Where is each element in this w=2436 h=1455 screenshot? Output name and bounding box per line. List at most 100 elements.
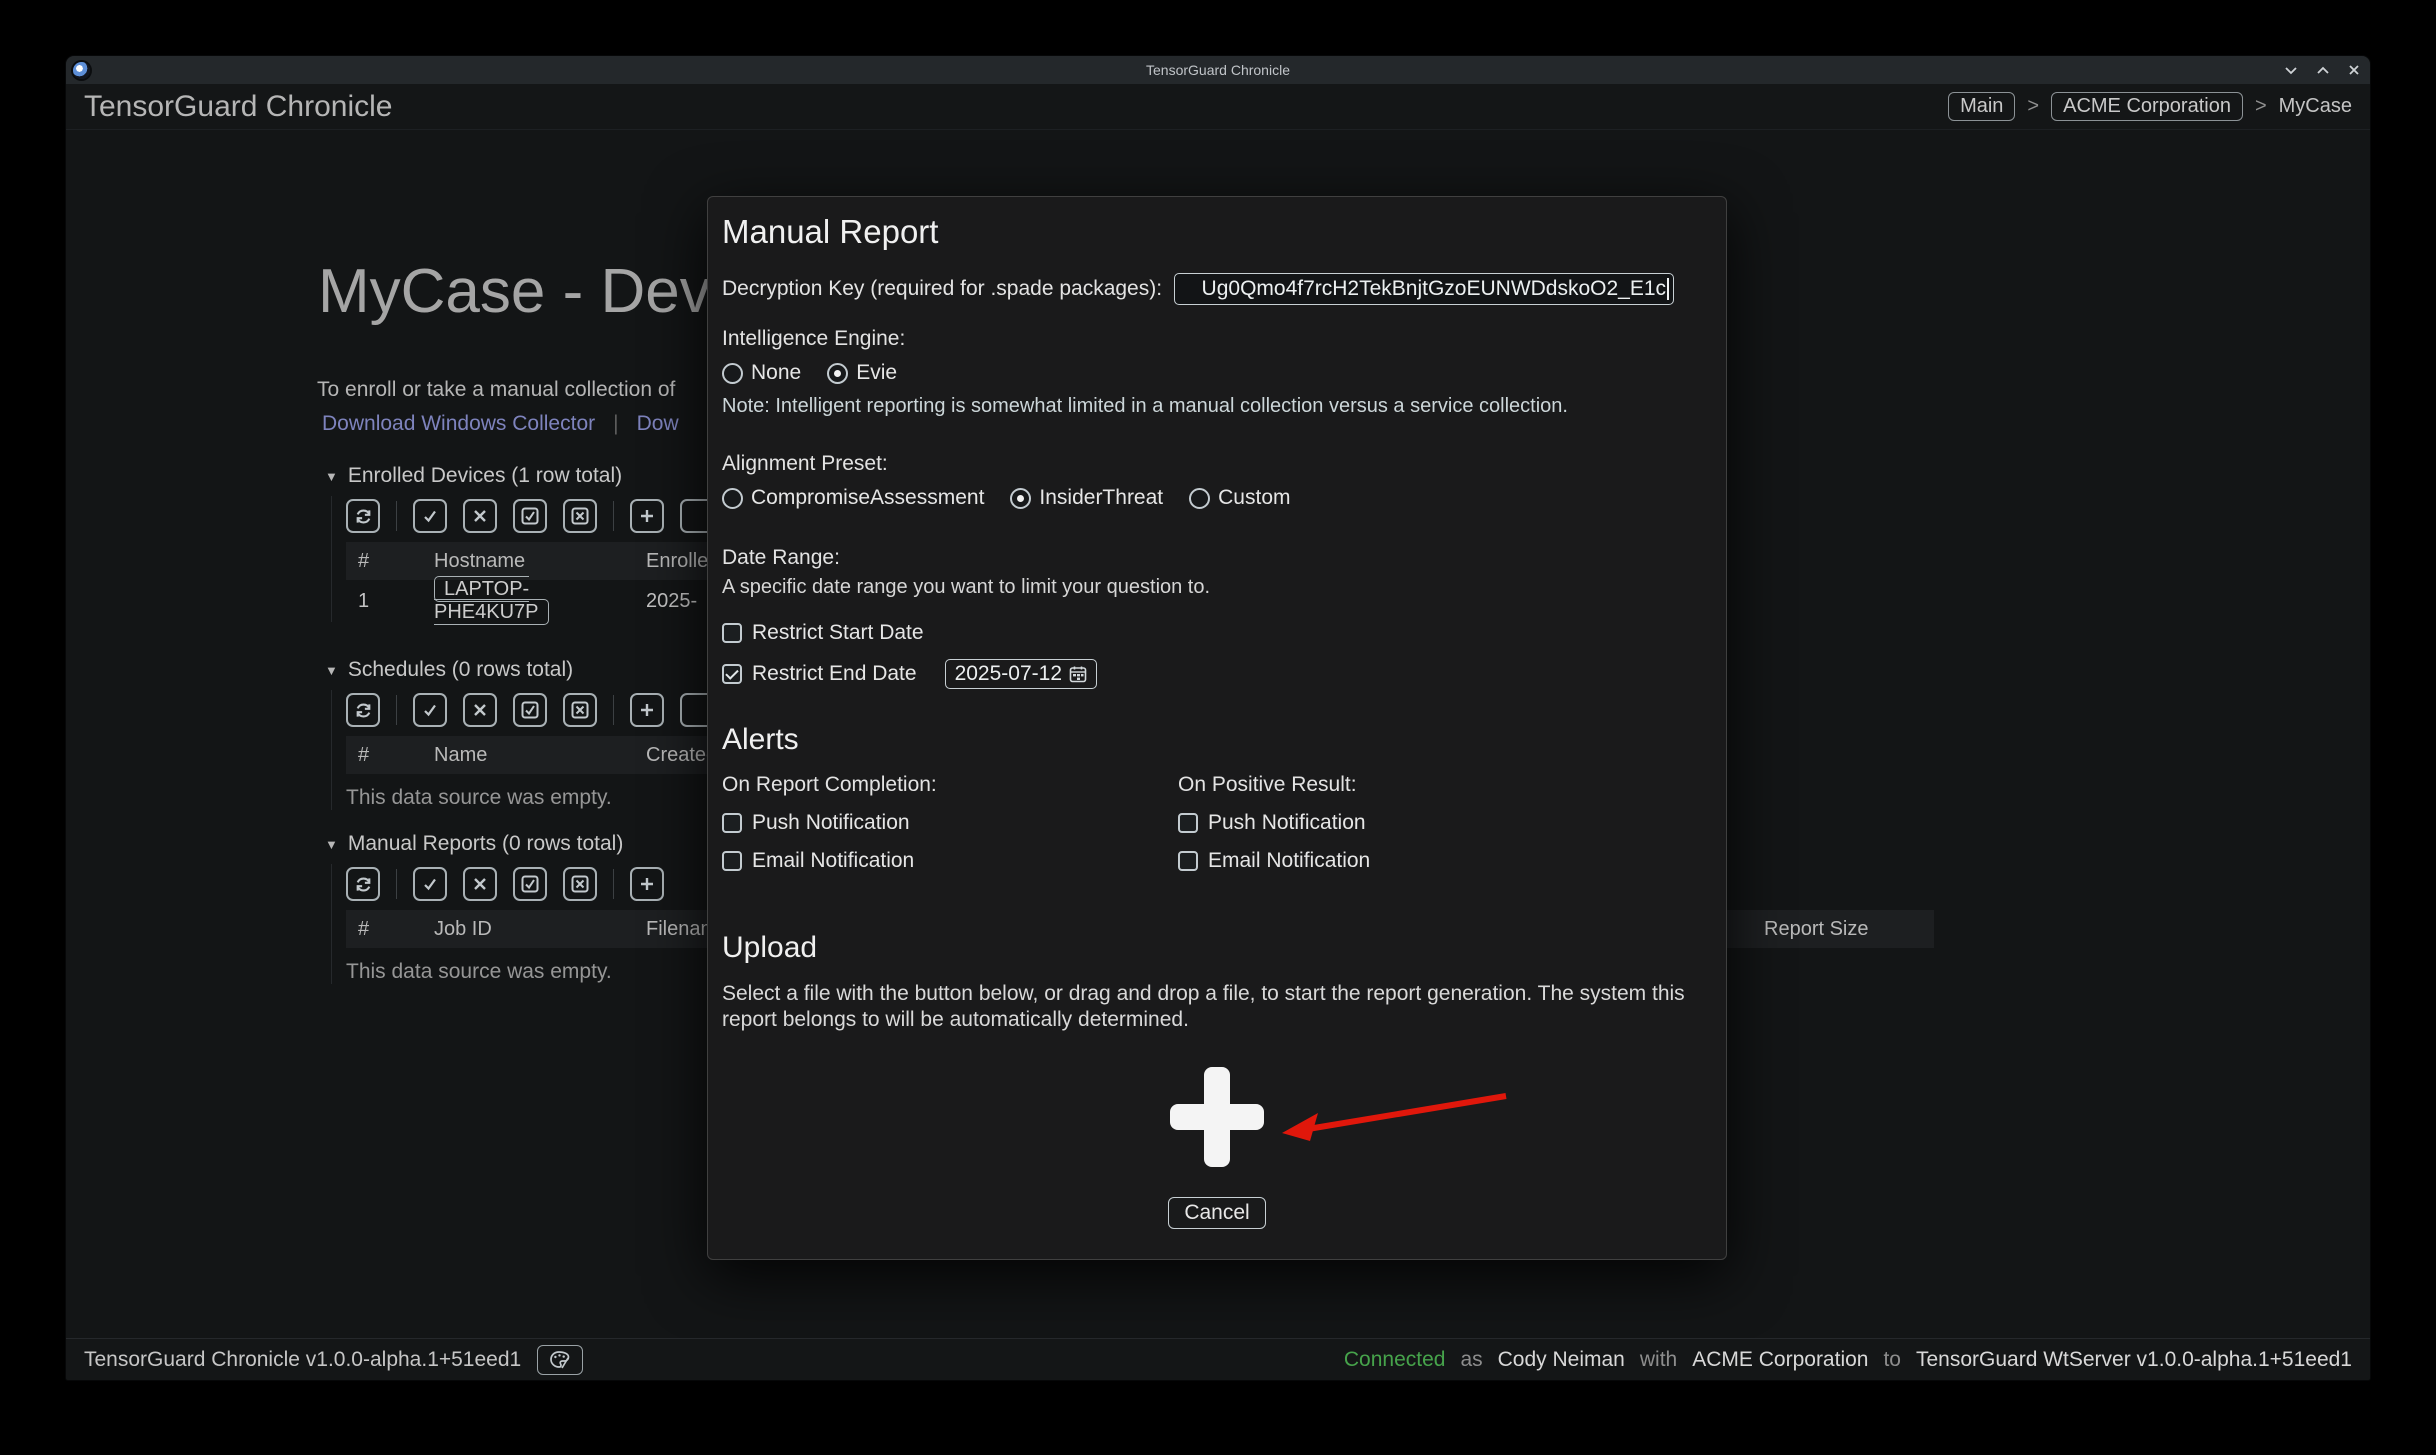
app-version: TensorGuard Chronicle v1.0.0-alpha.1+51e… [84, 1347, 522, 1371]
column-header: Job ID [434, 917, 492, 940]
completion-email-checkbox[interactable]: Email Notification [722, 849, 1178, 873]
restrict-end-date-checkbox[interactable]: Restrict End Date 2025-07-12 [722, 659, 1712, 689]
annotation-arrow-icon [1282, 1093, 1507, 1141]
end-date-value: 2025-07-12 [954, 662, 1062, 685]
toolbar-divider [396, 869, 397, 899]
breadcrumb-acme[interactable]: ACME Corporation [2051, 92, 2243, 121]
decryption-key-input[interactable]: Ug0Qmo4f7rcH2TekBnjtGzoEUNWDdskoO2_E1c [1174, 273, 1675, 305]
engine-note: Note: Intelligent reporting is somewhat … [722, 395, 1568, 417]
radio-custom[interactable]: Custom [1189, 486, 1291, 510]
x-button[interactable] [463, 499, 497, 533]
add-button[interactable] [630, 867, 664, 901]
checkbox-label: Email Notification [1208, 849, 1371, 872]
add-button[interactable] [630, 693, 664, 727]
maximize-icon[interactable] [2316, 65, 2330, 75]
theme-palette-button[interactable] [537, 1344, 584, 1375]
section-title: Enrolled Devices (1 row total) [347, 464, 623, 487]
status-bar: TensorGuard Chronicle v1.0.0-alpha.1+51e… [66, 1338, 2370, 1380]
checkbox-label: Email Notification [752, 849, 915, 872]
upload-file-plus-button[interactable] [1170, 1067, 1264, 1168]
collapse-icon[interactable]: ▼ [325, 469, 338, 484]
status-word: with [1639, 1347, 1678, 1371]
checkbox-icon [1178, 851, 1198, 871]
minimize-icon[interactable] [2284, 65, 2298, 75]
check-button[interactable] [413, 499, 447, 533]
breadcrumb-current: MyCase [2278, 95, 2352, 117]
column-header: # [358, 917, 370, 940]
toolbar-divider [613, 695, 614, 725]
positive-email-checkbox[interactable]: Email Notification [1178, 849, 1634, 873]
manual-report-dialog: Manual Report Decryption Key (required f… [707, 196, 1727, 1260]
refresh-button[interactable] [346, 499, 380, 533]
radio-none[interactable]: None [722, 361, 801, 385]
check-box-button[interactable] [513, 867, 547, 901]
checkbox-icon [722, 813, 742, 833]
radio-label: InsiderThreat [1039, 486, 1164, 509]
breadcrumb-main[interactable]: Main [1948, 92, 2016, 121]
radio-label: Evie [856, 361, 898, 384]
row-number: 1 [358, 589, 370, 612]
decryption-key-value: Ug0Qmo4f7rcH2TekBnjtGzoEUNWDdskoO2_E1c [1201, 277, 1667, 300]
cancel-button[interactable]: Cancel [1168, 1197, 1266, 1230]
page-intro: To enroll or take a manual collection of [317, 378, 676, 401]
radio-evie[interactable]: Evie [827, 361, 897, 385]
checkbox-label: Restrict Start Date [752, 621, 924, 644]
toolbar-divider [396, 501, 397, 531]
end-date-input[interactable]: 2025-07-12 [944, 659, 1097, 689]
radio-icon [722, 487, 743, 509]
text-cursor [1667, 278, 1670, 300]
download-windows-collector-link[interactable]: Download Windows Collector [322, 412, 595, 436]
connection-status: Connected [1343, 1347, 1446, 1371]
checkbox-icon [722, 623, 742, 643]
restrict-start-date-checkbox[interactable]: Restrict Start Date [722, 621, 1712, 645]
x-box-button[interactable] [563, 499, 597, 533]
positive-push-checkbox[interactable]: Push Notification [1178, 811, 1634, 835]
radio-icon [1189, 487, 1211, 509]
checkbox-label: Restrict End Date [752, 662, 917, 685]
check-box-button[interactable] [513, 693, 547, 727]
radio-compromise-assessment[interactable]: CompromiseAssessment [722, 486, 984, 510]
hostname-button[interactable]: LAPTOP-PHE4KU7P [434, 576, 549, 625]
column-header: Hostname [434, 549, 526, 572]
calendar-icon [1069, 666, 1087, 683]
page-title: MyCase - Dev [318, 257, 711, 326]
app-title: TensorGuard Chronicle [84, 89, 393, 123]
checkbox-icon [1178, 813, 1198, 833]
close-icon[interactable] [2348, 64, 2360, 76]
toolbar-divider [613, 501, 614, 531]
date-range-description: A specific date range you want to limit … [722, 576, 1211, 598]
download-second-collector-link[interactable]: Dow [637, 412, 679, 436]
check-box-button[interactable] [513, 499, 547, 533]
upload-description: Select a file with the button below, or … [722, 982, 1685, 1032]
status-org: ACME Corporation [1692, 1347, 1869, 1371]
refresh-button[interactable] [346, 693, 380, 727]
app-window: TensorGuard Chronicle TensorGuard Chroni… [66, 56, 2370, 1380]
column-header: Name [434, 743, 488, 766]
dialog-title: Manual Report [722, 213, 939, 250]
titlebar: TensorGuard Chronicle [66, 56, 2370, 84]
column-header: # [358, 549, 370, 572]
check-button[interactable] [413, 693, 447, 727]
toolbar-divider [613, 869, 614, 899]
x-button[interactable] [463, 693, 497, 727]
checkbox-label: Push Notification [1208, 811, 1366, 834]
radio-label: None [751, 361, 802, 384]
radio-selected-icon [827, 362, 849, 384]
breadcrumb-separator: > [2254, 95, 2267, 117]
add-button[interactable] [630, 499, 664, 533]
x-box-button[interactable] [563, 867, 597, 901]
app-header: TensorGuard Chronicle Main > ACME Corpor… [66, 84, 2370, 130]
decryption-key-label: Decryption Key (required for .spade pack… [722, 277, 1163, 300]
radio-insider-threat[interactable]: InsiderThreat [1010, 486, 1163, 510]
breadcrumb-separator: > [2027, 95, 2040, 117]
x-box-button[interactable] [563, 693, 597, 727]
collapse-icon[interactable]: ▼ [325, 837, 338, 852]
radio-label: CompromiseAssessment [751, 486, 985, 509]
refresh-button[interactable] [346, 867, 380, 901]
on-report-completion-label: On Report Completion: [722, 773, 937, 796]
check-button[interactable] [413, 867, 447, 901]
collapse-icon[interactable]: ▼ [325, 663, 338, 678]
completion-push-checkbox[interactable]: Push Notification [722, 811, 1178, 835]
x-button[interactable] [463, 867, 497, 901]
radio-icon [722, 362, 743, 384]
